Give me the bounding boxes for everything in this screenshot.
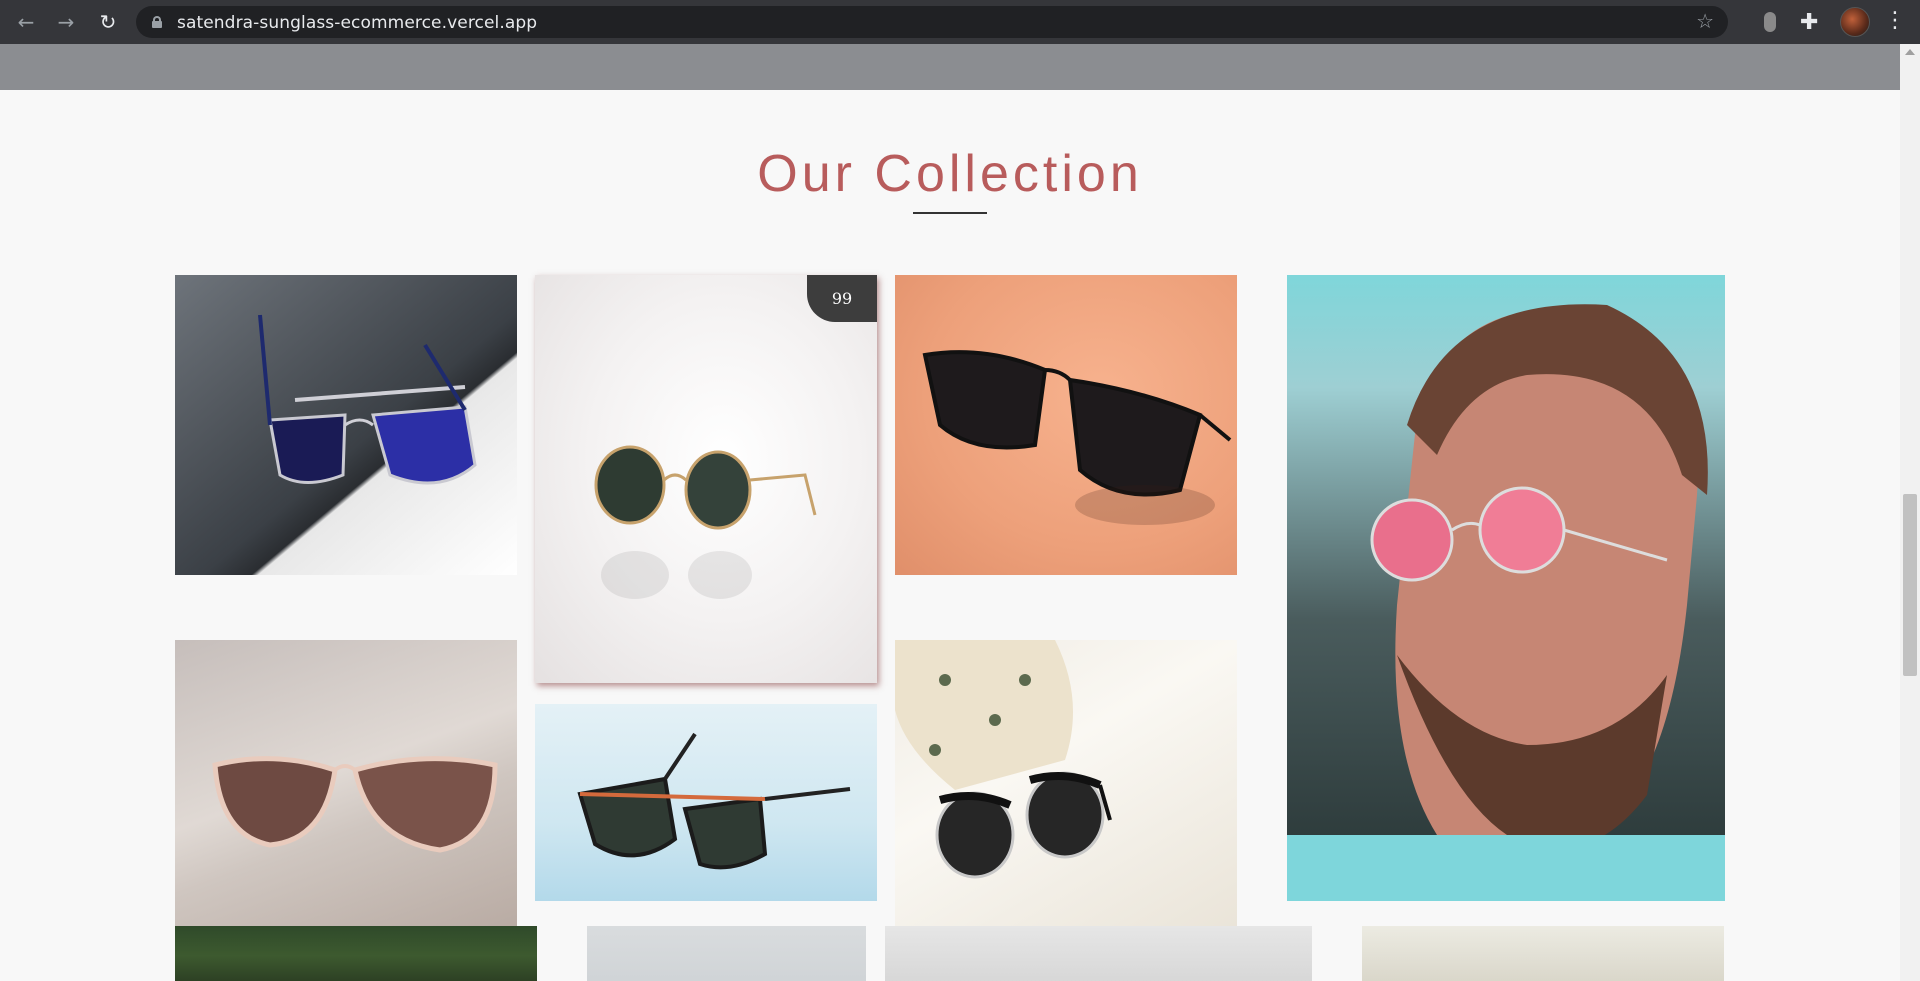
product-card-row3-4[interactable] xyxy=(1362,926,1724,981)
product-card-black-orange[interactable] xyxy=(535,704,877,901)
sunglasses-cat-eye-graphic xyxy=(212,756,498,853)
browser-toolbar: ← → ↻ satendra-sunglass-ecommerce.vercel… xyxy=(0,0,1920,44)
product-card-cat-eye[interactable] xyxy=(175,640,517,940)
product-card-row3-1[interactable] xyxy=(175,926,537,981)
product-image xyxy=(1362,926,1724,981)
product-card-row3-3[interactable] xyxy=(885,926,1312,981)
url-text[interactable]: satendra-sunglass-ecommerce.vercel.app xyxy=(177,13,537,33)
scrollbar-thumb[interactable] xyxy=(1903,494,1917,676)
address-bar[interactable]: satendra-sunglass-ecommerce.vercel.app ☆ xyxy=(136,6,1728,38)
product-card-model[interactable] xyxy=(1287,275,1725,901)
kebab-menu-icon[interactable]: ⋮ xyxy=(1884,8,1906,33)
back-arrow-icon[interactable]: ← xyxy=(12,8,40,36)
page-content: Our Collection 99 xyxy=(0,44,1900,981)
product-image xyxy=(885,926,1312,981)
star-icon[interactable]: ☆ xyxy=(1696,9,1714,33)
sunglasses-rectangular-graphic xyxy=(577,732,851,870)
product-badge: 99 xyxy=(807,275,877,322)
product-card-round-gold[interactable]: 99 xyxy=(535,275,877,683)
product-card-clubmaster[interactable] xyxy=(895,640,1237,945)
sunglasses-wayfarer-graphic xyxy=(922,350,1232,525)
product-card-black-wayfarer[interactable] xyxy=(895,275,1237,575)
sunglasses-aviator-graphic xyxy=(258,314,477,485)
model-with-pink-sunglasses-graphic xyxy=(1287,304,1725,901)
scroll-up-arrow-icon[interactable] xyxy=(1905,49,1915,55)
profile-avatar[interactable] xyxy=(1840,7,1870,37)
extension-icon[interactable] xyxy=(1764,12,1776,32)
product-image xyxy=(587,926,866,981)
lock-icon[interactable] xyxy=(152,16,162,28)
reload-icon[interactable]: ↻ xyxy=(94,8,122,36)
product-card-row3-2[interactable] xyxy=(587,926,866,981)
sunglasses-round-graphic xyxy=(594,445,817,599)
header-bar xyxy=(0,44,1900,90)
product-image xyxy=(175,926,537,981)
title-underline xyxy=(913,212,987,214)
extension-puzzle-icon[interactable]: ✚ xyxy=(1800,10,1818,35)
sunglasses-clubmaster-graphic xyxy=(895,640,1112,879)
product-card-aviator[interactable] xyxy=(175,275,517,575)
section-title: Our Collection xyxy=(757,145,1143,203)
forward-arrow-icon[interactable]: → xyxy=(52,8,80,36)
